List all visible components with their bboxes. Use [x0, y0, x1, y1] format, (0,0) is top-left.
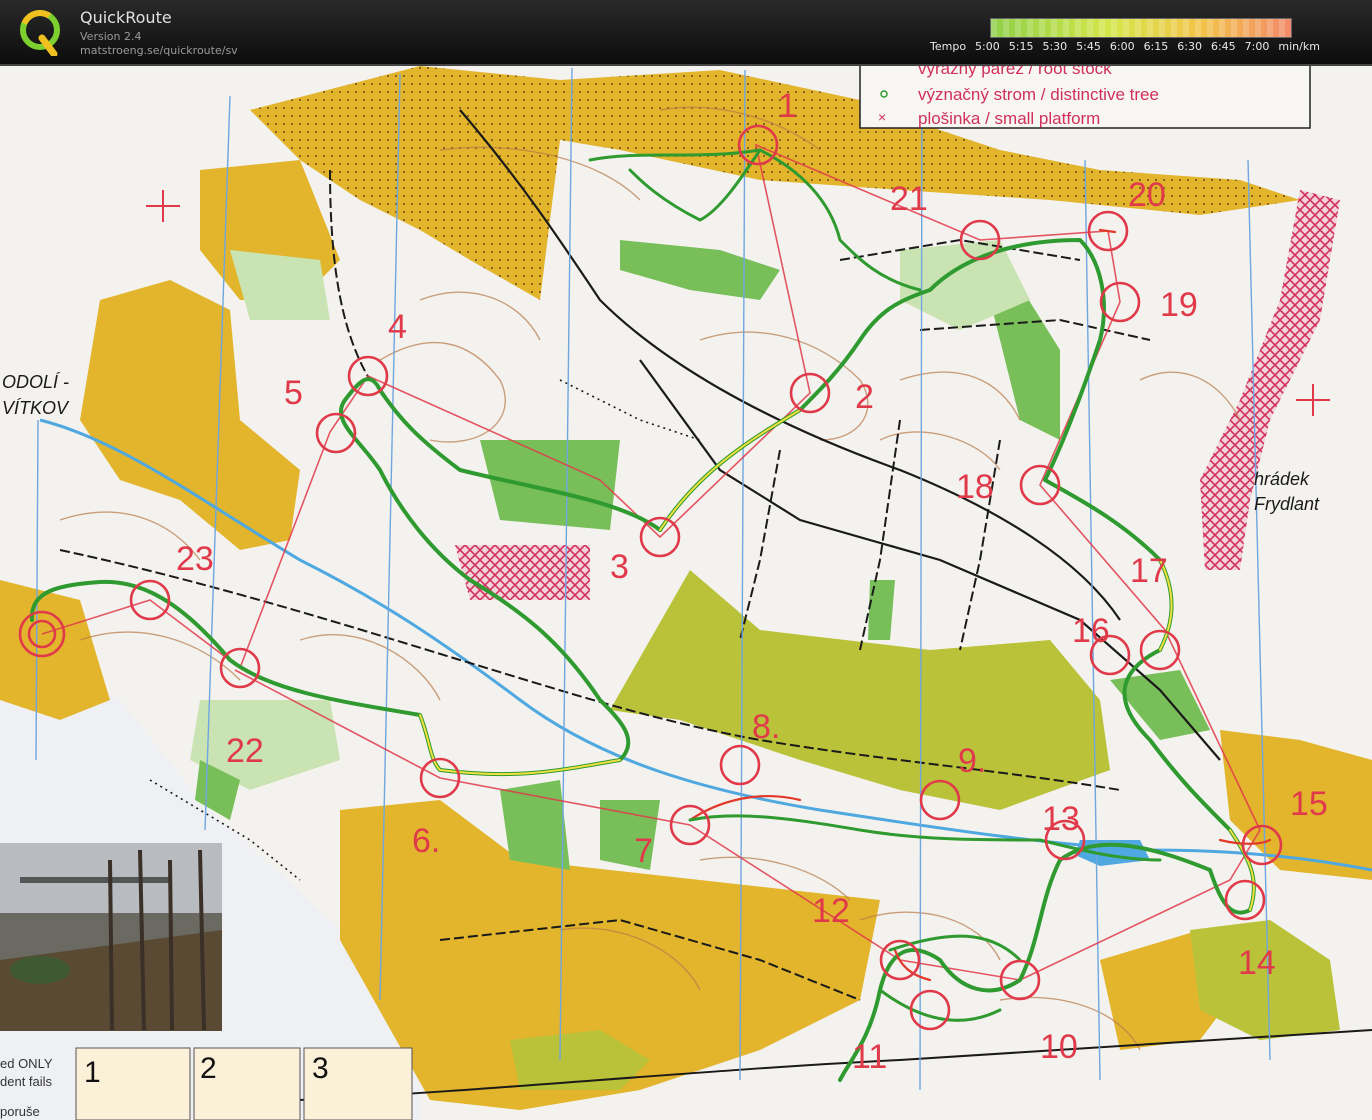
legend-note: poruše [0, 1104, 40, 1119]
place-label: VÍTKOV [2, 398, 70, 418]
legend-note: ed ONLY [0, 1056, 53, 1071]
tempo-tick: 6:00 [1109, 40, 1135, 53]
control-number: 17 [1130, 552, 1168, 590]
tempo-tick: 5:30 [1042, 40, 1068, 53]
tempo-legend-labels: Tempo 5:00 5:15 5:30 5:45 6:00 6:15 6:30 6:45 7:0… [930, 40, 1329, 53]
control-number: 6. [412, 822, 440, 860]
green-vegetation [500, 780, 570, 870]
control-number: 3 [610, 548, 629, 586]
tempo-tick: 5:15 [1008, 40, 1034, 53]
control-number: 9. [958, 742, 986, 780]
control-number: 14 [1238, 944, 1276, 982]
control-number: 1 [778, 87, 797, 125]
quickroute-logo-icon [20, 10, 60, 56]
tempo-tick: 5:45 [1076, 40, 1101, 53]
control-number: 18 [956, 468, 994, 506]
legend-line: plošinka / small platform [918, 109, 1100, 128]
control-number: 7 [634, 832, 653, 870]
tempo-tick: 6:15 [1143, 40, 1169, 53]
control-number: 16 [1072, 612, 1110, 650]
control-number: 21 [890, 180, 928, 218]
app-url: matstroeng.se/quickroute/sv [80, 44, 238, 57]
control-number: 2 [855, 378, 874, 416]
tempo-tick: 6:30 [1177, 40, 1202, 53]
orienteering-map[interactable]: 1 2 3 4 5 6. 7 8. 9. 10 11 12 13 14 15 1… [0, 66, 1372, 1120]
map-symbol-legend: výrazný pařez / root stock význačný stro… [859, 66, 1311, 129]
svg-text:×: × [878, 109, 886, 125]
place-label: Frydlant [1254, 494, 1320, 514]
legend-box-number: 2 [200, 1052, 217, 1085]
app-version: Version 2.4 [80, 30, 142, 43]
control-number: 13 [1042, 800, 1080, 838]
photo-inset [0, 843, 222, 1031]
control-number: 5 [284, 374, 303, 412]
control-number: 22 [226, 732, 264, 770]
control-number: 10 [1040, 1028, 1078, 1066]
control-number: 19 [1160, 286, 1198, 324]
legend-box-number: 3 [312, 1052, 329, 1085]
control-number: 4 [388, 308, 407, 346]
legend-line: význačný strom / distinctive tree [918, 85, 1159, 104]
control-number: 15 [1290, 785, 1328, 823]
legend-note: dent fails [0, 1074, 53, 1089]
place-label: hrádek [1254, 469, 1310, 489]
app-title: QuickRoute [80, 8, 172, 27]
legend-box-number: 1 [84, 1056, 101, 1089]
control-number: 12 [812, 892, 850, 930]
tempo-unit: min/km [1278, 40, 1320, 53]
tempo-tick: 5:00 [975, 40, 1000, 53]
control-number: 20 [1128, 176, 1166, 214]
tempo-tick: 6:45 [1210, 40, 1236, 53]
tempo-color-scale [990, 18, 1292, 38]
place-label: ODOLÍ - [2, 372, 69, 392]
tempo-label: Tempo [930, 40, 967, 53]
app-header: QuickRoute Version 2.4 matstroeng.se/qui… [0, 0, 1372, 66]
green-vegetation [480, 440, 620, 530]
control-number: 11 [852, 1038, 887, 1076]
control-number: 8. [752, 708, 780, 746]
tempo-tick: 7:00 [1244, 40, 1270, 53]
forbidden-area [455, 545, 590, 600]
control-number: 23 [176, 540, 214, 578]
legend-line: výrazný pařez / root stock [918, 66, 1112, 78]
